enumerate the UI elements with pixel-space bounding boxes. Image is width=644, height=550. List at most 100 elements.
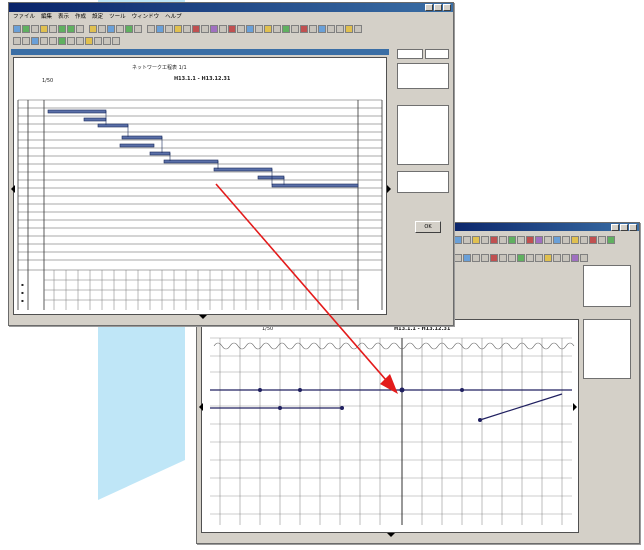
toolbar-button[interactable] [210, 25, 218, 33]
toolbar-button[interactable] [40, 25, 48, 33]
toolbar-button[interactable] [553, 254, 561, 262]
front-chart-canvas[interactable]: ネットワーク工程表 1/1 1/50 H13.1.1 - H13.12.31 ▪… [13, 57, 387, 315]
scroll-right-icon[interactable] [387, 185, 391, 193]
toolbar-button[interactable] [291, 25, 299, 33]
back-chart-canvas[interactable]: 1/50 H13.1.1 - H13.12.31 [201, 319, 579, 533]
toolbar-button[interactable] [183, 25, 191, 33]
toolbar-button[interactable] [580, 236, 588, 244]
toolbar-button[interactable] [98, 25, 106, 33]
scroll-down-icon[interactable] [387, 533, 395, 537]
minimize-button[interactable] [425, 4, 433, 11]
toolbar-button[interactable] [472, 236, 480, 244]
toolbar-button[interactable] [571, 254, 579, 262]
toolbar-button[interactable] [345, 25, 353, 33]
toolbar-button[interactable] [134, 25, 142, 33]
toolbar-button[interactable] [40, 37, 48, 45]
toolbar-button[interactable] [499, 254, 507, 262]
toolbar-button[interactable] [490, 236, 498, 244]
scroll-left-icon[interactable] [199, 403, 203, 411]
ok-button[interactable]: OK [415, 221, 441, 233]
toolbar-button[interactable] [107, 25, 115, 33]
toolbar-button[interactable] [67, 25, 75, 33]
scroll-left-icon[interactable] [11, 185, 15, 193]
toolbar-button[interactable] [165, 25, 173, 33]
toolbar-button[interactable] [192, 25, 200, 33]
toolbar-button[interactable] [526, 254, 534, 262]
toolbar-button[interactable] [309, 25, 317, 33]
toolbar-button[interactable] [174, 25, 182, 33]
menu-item[interactable]: ファイル [13, 13, 35, 22]
toolbar-button[interactable] [116, 25, 124, 33]
toolbar-button[interactable] [219, 25, 227, 33]
menu-item[interactable]: ツール [109, 13, 126, 22]
toolbar-button[interactable] [22, 37, 30, 45]
toolbar-button[interactable] [607, 236, 615, 244]
toolbar-button[interactable] [490, 254, 498, 262]
toolbar-button[interactable] [237, 25, 245, 33]
toolbar-button[interactable] [13, 37, 21, 45]
scroll-down-icon[interactable] [199, 315, 207, 319]
toolbar-button[interactable] [526, 236, 534, 244]
toolbar-button[interactable] [517, 236, 525, 244]
toolbar-button[interactable] [499, 236, 507, 244]
toolbar-button[interactable] [85, 37, 93, 45]
toolbar-button[interactable] [463, 236, 471, 244]
property-box[interactable] [397, 49, 423, 59]
toolbar-button[interactable] [481, 236, 489, 244]
toolbar-button[interactable] [67, 37, 75, 45]
scroll-right-icon[interactable] [573, 403, 577, 411]
toolbar-button[interactable] [58, 37, 66, 45]
toolbar-button[interactable] [103, 37, 111, 45]
toolbar-button[interactable] [517, 254, 525, 262]
toolbar-button[interactable] [49, 25, 57, 33]
toolbar-button[interactable] [201, 25, 209, 33]
toolbar-button[interactable] [147, 25, 155, 33]
toolbar-button[interactable] [454, 254, 462, 262]
property-list[interactable] [397, 105, 449, 165]
menu-item[interactable]: 編集 [41, 13, 52, 22]
toolbar-button[interactable] [125, 25, 133, 33]
close-button[interactable] [443, 4, 451, 11]
menu-item[interactable]: 設定 [92, 13, 103, 22]
toolbar-button[interactable] [58, 25, 66, 33]
toolbar-button[interactable] [156, 25, 164, 33]
toolbar-button[interactable] [535, 236, 543, 244]
back-property-list[interactable] [583, 319, 631, 379]
back-property-box[interactable] [583, 265, 631, 307]
toolbar-button[interactable] [562, 254, 570, 262]
toolbar-button[interactable] [76, 37, 84, 45]
toolbar-button[interactable] [76, 25, 84, 33]
toolbar-button[interactable] [255, 25, 263, 33]
toolbar-button[interactable] [318, 25, 326, 33]
toolbar-button[interactable] [336, 25, 344, 33]
toolbar-button[interactable] [264, 25, 272, 33]
property-box[interactable] [425, 49, 449, 59]
toolbar-button[interactable] [571, 236, 579, 244]
toolbar-button[interactable] [94, 37, 102, 45]
toolbar-button[interactable] [89, 25, 97, 33]
menu-item[interactable]: 表示 [58, 13, 69, 22]
close-button[interactable] [629, 224, 637, 231]
menu-item[interactable]: ヘルプ [165, 13, 182, 22]
toolbar-button[interactable] [246, 25, 254, 33]
toolbar-button[interactable] [508, 236, 516, 244]
property-list[interactable] [397, 171, 449, 193]
toolbar-button[interactable] [598, 236, 606, 244]
toolbar-button[interactable] [580, 254, 588, 262]
toolbar-button[interactable] [327, 25, 335, 33]
toolbar-button[interactable] [228, 25, 236, 33]
maximize-button[interactable] [620, 224, 628, 231]
toolbar-button[interactable] [112, 37, 120, 45]
toolbar-button[interactable] [544, 236, 552, 244]
menu-item[interactable]: 作成 [75, 13, 86, 22]
toolbar-button[interactable] [562, 236, 570, 244]
toolbar-button[interactable] [463, 254, 471, 262]
toolbar-button[interactable] [544, 254, 552, 262]
toolbar-button[interactable] [13, 25, 21, 33]
minimize-button[interactable] [611, 224, 619, 231]
toolbar-button[interactable] [31, 37, 39, 45]
toolbar-button[interactable] [31, 25, 39, 33]
toolbar-button[interactable] [354, 25, 362, 33]
property-field[interactable] [397, 63, 449, 89]
toolbar-button[interactable] [553, 236, 561, 244]
